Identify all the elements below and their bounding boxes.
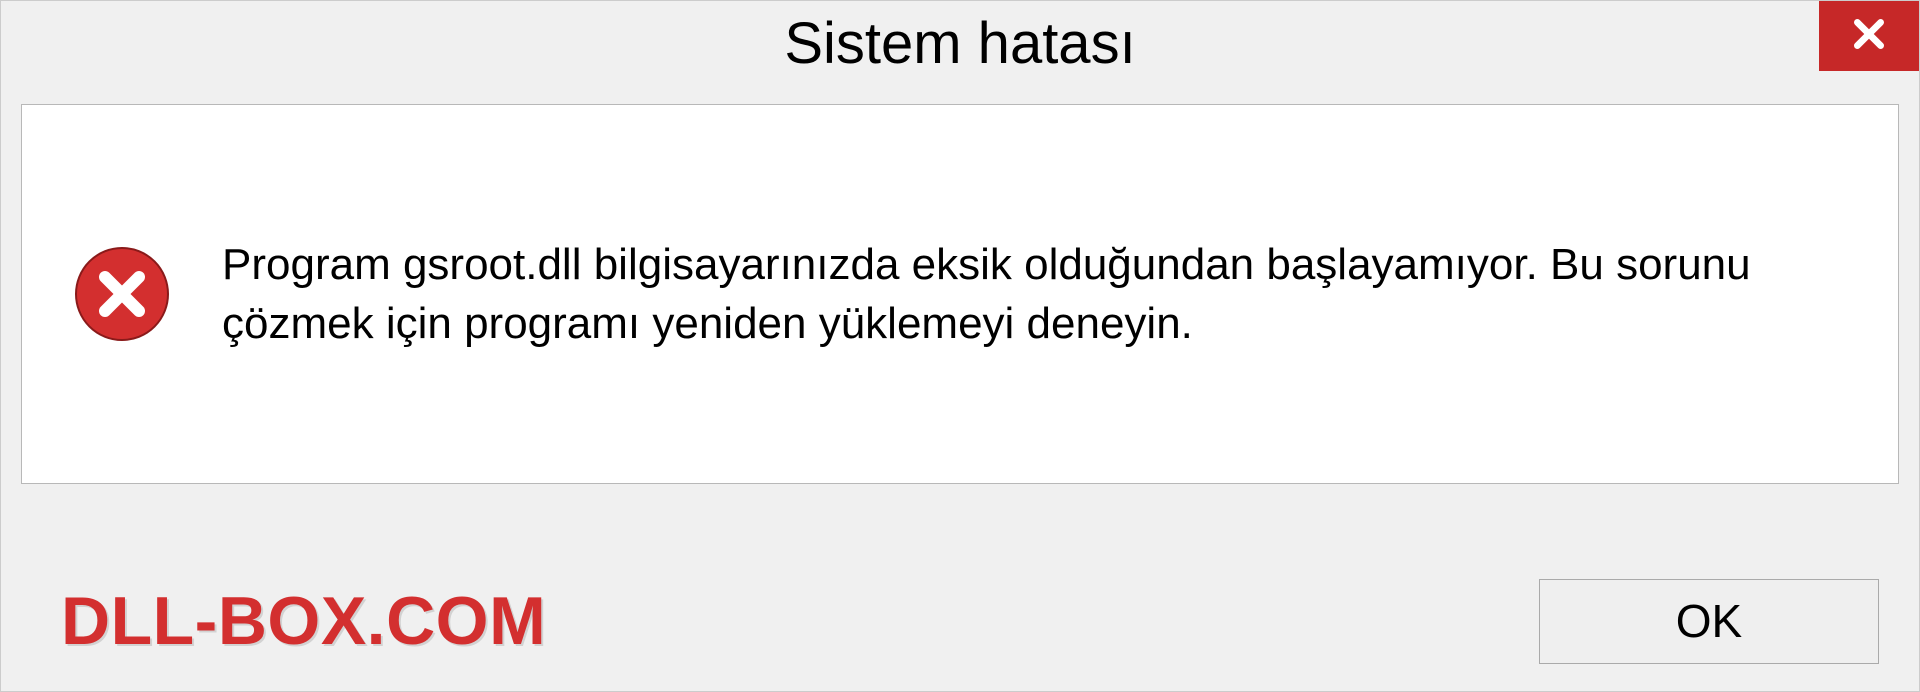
- message-panel: Program gsroot.dll bilgisayarınızda eksi…: [21, 104, 1899, 484]
- error-message: Program gsroot.dll bilgisayarınızda eksi…: [222, 235, 1848, 354]
- ok-button[interactable]: OK: [1539, 579, 1879, 664]
- watermark-text: DLL-BOX.COM: [61, 582, 546, 660]
- ok-button-label: OK: [1676, 594, 1742, 648]
- title-bar: Sistem hatası: [1, 1, 1919, 86]
- dialog-title: Sistem hatası: [784, 10, 1135, 77]
- footer-bar: DLL-BOX.COM OK: [1, 566, 1919, 676]
- error-icon: [72, 244, 172, 344]
- close-button[interactable]: [1819, 1, 1919, 71]
- close-icon: [1849, 14, 1889, 59]
